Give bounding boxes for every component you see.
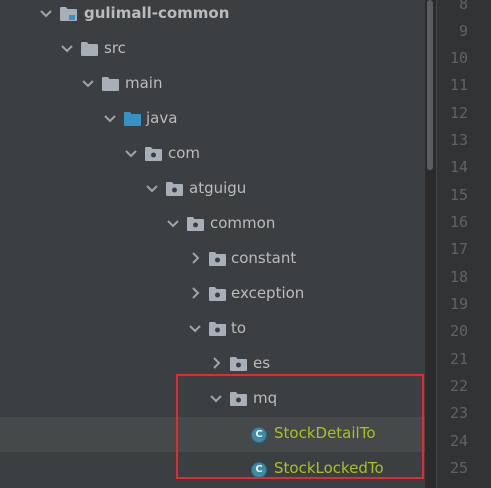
line-number: 9 [458,22,468,40]
module-folder-icon [60,7,77,21]
chevron-right-icon[interactable] [187,250,203,266]
package-icon [209,252,226,266]
folder-icon [102,77,119,91]
tree-node-java[interactable]: java [0,102,425,137]
package-icon [166,182,183,196]
tree-node-label: gulimall-common [84,4,230,22]
line-number: 8 [458,0,468,13]
line-number: 23 [449,404,468,422]
tree-node-label: com [168,144,201,162]
chevron-down-icon[interactable] [165,215,181,231]
package-icon [230,357,247,371]
tree-node-src[interactable]: src [0,32,425,67]
chevron-down-icon[interactable] [80,75,96,91]
tree-node-atguigu[interactable]: atguigu [0,172,425,207]
tree-node-gulimall-common[interactable]: gulimall-common [0,0,425,32]
line-number-gutter: 8 9 10 11 12 13 14 15 16 17 18 19 20 21 … [436,0,491,488]
tree-node-exception[interactable]: exception [0,277,425,312]
chevron-down-icon[interactable] [187,320,203,336]
line-number: 18 [449,268,468,286]
tree-node-com[interactable]: com [0,137,425,172]
package-icon [209,322,226,336]
tree-node-label: to [231,319,247,337]
tree-node-label: java [146,109,178,127]
line-number: 17 [449,240,468,258]
line-number: 12 [449,104,468,122]
tree-node-label: atguigu [189,179,247,197]
chevron-right-icon[interactable] [187,285,203,301]
chevron-down-icon[interactable] [59,40,75,56]
tree-node-constant[interactable]: constant [0,242,425,277]
folder-icon [81,42,98,56]
line-number: 19 [449,295,468,313]
tree-node-label: src [104,39,126,57]
chevron-down-icon[interactable] [38,5,54,21]
line-number: 20 [449,322,468,340]
tree-node-to[interactable]: to [0,312,425,347]
tree-node-main[interactable]: main [0,67,425,102]
vertical-scrollbar[interactable] [427,0,433,170]
chevron-down-icon[interactable] [123,145,139,161]
tree-node-label: exception [231,284,305,302]
package-icon [145,147,162,161]
tree-node-label: common [210,214,276,232]
line-number: 14 [449,158,468,176]
line-number: 22 [449,377,468,395]
line-number: 11 [449,76,468,94]
line-number: 15 [449,186,468,204]
line-number: 16 [449,213,468,231]
chevron-down-icon[interactable] [144,180,160,196]
tree-node-label: main [125,74,163,92]
line-number: 10 [449,49,468,67]
chevron-right-icon[interactable] [208,355,224,371]
line-number: 24 [449,432,468,450]
package-icon [187,217,204,231]
package-icon [209,287,226,301]
line-number: 21 [449,350,468,368]
tree-node-label: constant [231,249,297,267]
tree-node-common[interactable]: common [0,207,425,242]
source-root-folder-icon [124,112,141,126]
highlight-callout-box [176,374,424,479]
chevron-down-icon[interactable] [102,110,118,126]
line-number: 13 [449,131,468,149]
line-number: 25 [449,459,468,477]
